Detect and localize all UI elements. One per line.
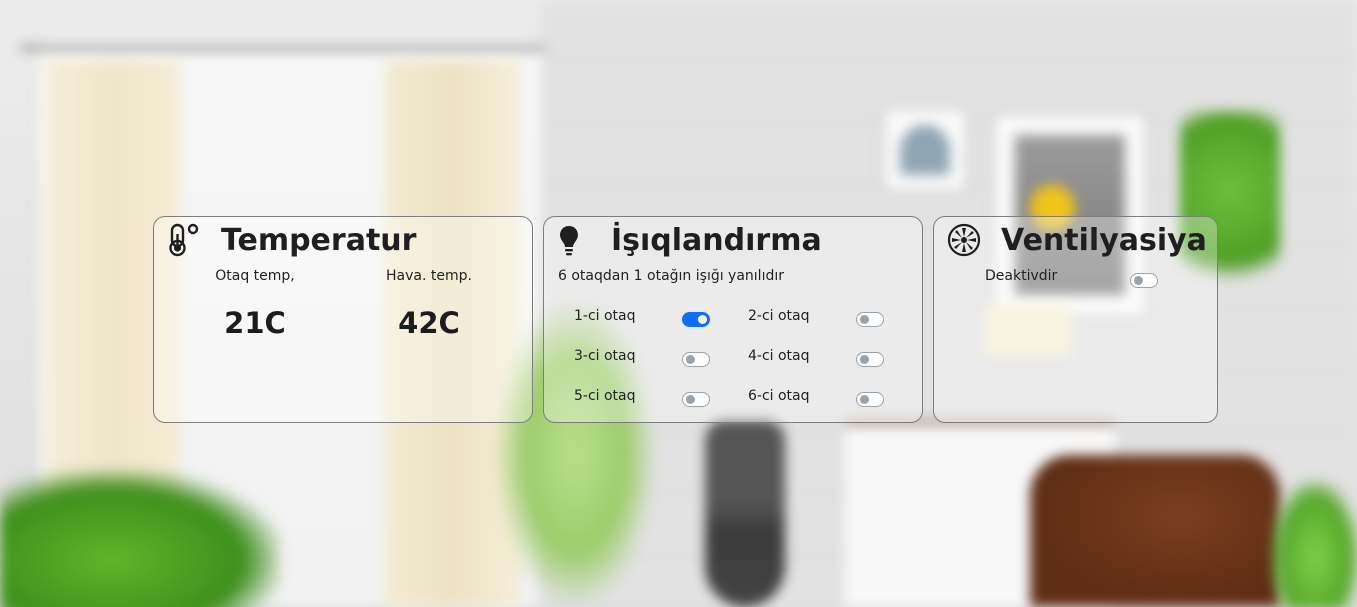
ventilation-title: Ventilyasiya: [1001, 222, 1207, 258]
outdoor-temp-label: Hava. temp.: [386, 268, 472, 284]
toggle-knob: [860, 395, 869, 404]
plant-right: [1270, 480, 1357, 607]
lighting-title: İşıqlandırma: [611, 222, 822, 258]
toggle-knob: [698, 315, 707, 324]
toggle-knob: [686, 395, 695, 404]
room-1-light-toggle[interactable]: [682, 312, 710, 327]
room-2: 2-ci otaq: [748, 308, 888, 332]
room-3: 3-ci otaq: [574, 348, 714, 372]
temperature-title: Temperatur: [221, 222, 417, 258]
room-5: 5-ci otaq: [574, 388, 714, 412]
armchair: [1030, 455, 1280, 607]
temperature-header: Temperatur: [166, 219, 416, 261]
room-label: 4-ci otaq: [748, 348, 810, 364]
curtain-rod: [20, 45, 545, 51]
room-temp-value: 21C: [224, 306, 286, 340]
lighting-status: 6 otaqdan 1 otağın işığı yanılıdır: [558, 268, 784, 284]
toggle-knob: [686, 355, 695, 364]
ventilation-header: Ventilyasiya: [946, 219, 1207, 261]
toggle-knob: [1134, 276, 1143, 285]
room-label: 2-ci otaq: [748, 308, 810, 324]
room-label: 6-ci otaq: [748, 388, 810, 404]
lighting-card: İşıqlandırma 6 otaqdan 1 otağın işığı ya…: [543, 216, 923, 423]
outdoor-temp-value: 42C: [398, 306, 460, 340]
room-label: 5-ci otaq: [574, 388, 636, 404]
lighting-header: İşıqlandırma: [556, 219, 822, 261]
toggle-knob: [860, 315, 869, 324]
room-4-light-toggle[interactable]: [856, 352, 884, 367]
room-6: 6-ci otaq: [748, 388, 888, 412]
thermometer-icon: [166, 222, 202, 258]
ventilation-toggle[interactable]: [1130, 273, 1158, 288]
toggle-knob: [860, 355, 869, 364]
guitar: [705, 420, 785, 607]
room-5-light-toggle[interactable]: [682, 392, 710, 407]
room-label: 1-ci otaq: [574, 308, 636, 324]
room-4: 4-ci otaq: [748, 348, 888, 372]
ventilation-card: Ventilyasiya Deaktivdir: [933, 216, 1218, 423]
plant-left: [0, 470, 280, 607]
room-label: 3-ci otaq: [574, 348, 636, 364]
lightbulb-icon: [556, 222, 592, 258]
room-2-light-toggle[interactable]: [856, 312, 884, 327]
temperature-card: Temperatur Otaq temp, Hava. temp. 21C 42…: [153, 216, 533, 423]
ventilation-status: Deaktivdir: [985, 268, 1058, 284]
room-1: 1-ci otaq: [574, 308, 714, 332]
room-6-light-toggle[interactable]: [856, 392, 884, 407]
fan-icon: [946, 222, 982, 258]
room-3-light-toggle[interactable]: [682, 352, 710, 367]
room-temp-label: Otaq temp,: [215, 268, 295, 284]
picture-small-image: [900, 125, 950, 175]
